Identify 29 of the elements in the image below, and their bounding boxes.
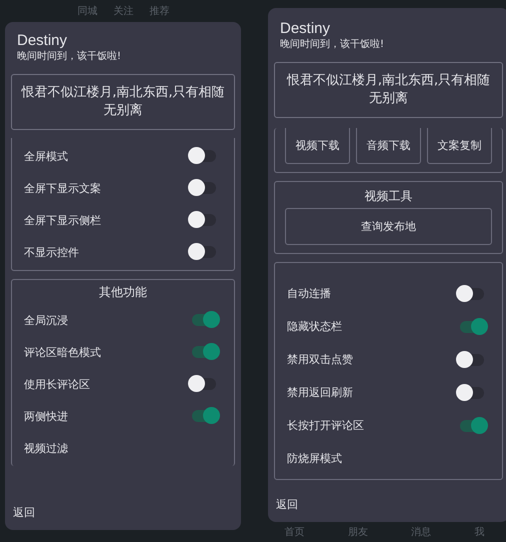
setting-label: 全屏模式 xyxy=(24,148,68,164)
setting-label: 两侧快进 xyxy=(24,408,68,424)
setting-label: 全局沉浸 xyxy=(24,312,68,328)
quote-box: 恨君不似江楼月,南北东西,只有相随无别离 xyxy=(274,62,503,118)
setting-label: 使用长评论区 xyxy=(24,376,90,392)
setting-label: 隐藏状态栏 xyxy=(287,319,342,334)
setting-label: 禁用返回刷新 xyxy=(287,385,353,400)
back-link[interactable]: 返回 xyxy=(11,503,235,522)
setting-label: 全屏下显示侧栏 xyxy=(24,212,101,228)
setting-label: 禁用双击点赞 xyxy=(287,352,353,367)
section-title: 其他功能 xyxy=(98,284,148,301)
section-title: 视频工具 xyxy=(364,188,414,205)
quote-box: 恨君不似江楼月,南北东西,只有相随无别离 xyxy=(11,74,235,130)
setting-label: 全屏下显示文案 xyxy=(24,180,101,196)
action-button[interactable]: 音频下载 xyxy=(356,128,421,164)
dialog-subtitle: 晚间时间到，该干饭啦! xyxy=(16,50,122,64)
dialog-subtitle: 晚间时间到，该干饭啦! xyxy=(279,38,386,52)
action-button[interactable]: 视频下载 xyxy=(285,128,350,164)
action-button[interactable]: 查询发布地 xyxy=(285,208,492,245)
back-link[interactable]: 返回 xyxy=(274,491,503,514)
action-button[interactable]: 文案复制 xyxy=(427,128,492,164)
setting-label: 长按打开评论区 xyxy=(287,418,364,433)
dialog-title: Destiny xyxy=(279,20,332,38)
menu-item[interactable]: 视频过滤 xyxy=(24,440,68,456)
setting-label: 不显示控件 xyxy=(24,244,79,260)
menu-item[interactable]: 防烧屏模式 xyxy=(287,451,342,466)
setting-label: 自动连播 xyxy=(287,286,331,301)
setting-label: 评论区暗色模式 xyxy=(24,344,101,360)
dialog-title: Destiny xyxy=(16,32,68,50)
